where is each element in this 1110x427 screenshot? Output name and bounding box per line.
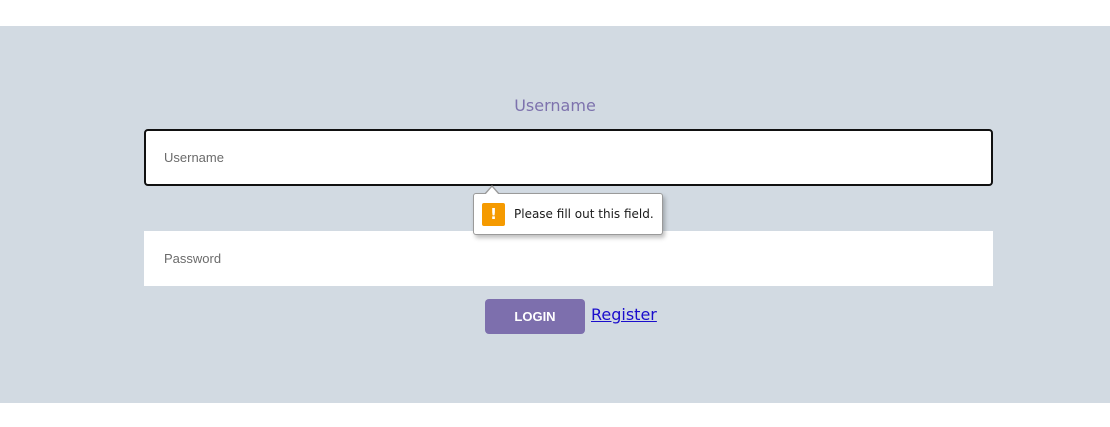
validation-message: Please fill out this field. [514, 207, 654, 221]
username-label: Username [514, 96, 596, 115]
warning-icon: ! [482, 203, 505, 226]
register-link[interactable]: Register [591, 305, 657, 324]
tooltip-arrow-fill [485, 187, 499, 195]
validation-tooltip: ! Please fill out this field. [473, 185, 663, 235]
username-input[interactable] [144, 129, 993, 186]
password-input[interactable] [144, 231, 993, 286]
login-button[interactable]: LOGIN [485, 299, 585, 334]
